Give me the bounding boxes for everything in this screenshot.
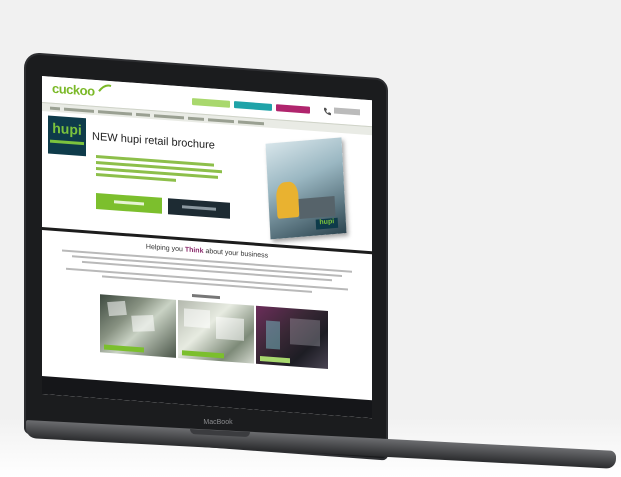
header-button-green[interactable] — [192, 98, 230, 108]
hero-primary-button-label — [114, 200, 144, 206]
thumbnail-card — [266, 320, 280, 350]
thumbnail-card — [184, 308, 210, 329]
nav-item[interactable] — [238, 120, 264, 126]
content-heading-suffix: about your business — [205, 248, 269, 260]
logo-swoosh-icon — [98, 84, 112, 92]
featured-thumbnail[interactable] — [100, 294, 176, 358]
brochure-logo: hupi — [315, 217, 339, 230]
thumbnail-card — [216, 316, 244, 341]
thumbnail-card — [131, 315, 155, 332]
header-button-magenta[interactable] — [276, 104, 310, 114]
content-heading-highlight: Think — [184, 246, 204, 255]
nav-item[interactable] — [188, 116, 204, 121]
thumbnail-caption — [182, 350, 224, 359]
thumbnail-card — [290, 318, 320, 347]
header-button-teal[interactable] — [234, 101, 272, 111]
laptop-screen: cuckoo hupi NEW hupi retail brochure hup… — [42, 76, 372, 419]
hupi-badge: hupi — [48, 115, 86, 157]
phone-icon — [324, 107, 331, 116]
nav-item[interactable] — [208, 118, 234, 124]
phone-number — [334, 107, 360, 116]
hero-secondary-button-label — [182, 205, 216, 211]
featured-thumbnail[interactable] — [256, 305, 328, 370]
nav-item[interactable] — [136, 112, 150, 117]
laptop-brand-label: MacBook — [203, 419, 233, 426]
site-logo[interactable]: cuckoo — [52, 81, 95, 99]
thumbnail-caption — [260, 356, 290, 364]
featured-products-label — [192, 294, 220, 300]
product-scene: MacBook cuckoo hupi NEW hupi retail broc… — [0, 0, 621, 477]
brochure-furniture — [298, 196, 336, 219]
hero-title: NEW hupi retail brochure — [92, 130, 215, 152]
hero-primary-button[interactable] — [96, 192, 162, 214]
brochure-image[interactable]: hupi — [265, 137, 347, 240]
nav-item[interactable] — [50, 106, 60, 111]
thumbnail-caption — [104, 344, 144, 353]
content-heading-prefix: Helping you — [145, 243, 183, 254]
featured-thumbnail[interactable] — [178, 299, 254, 364]
brochure-person — [275, 181, 300, 219]
hero-secondary-button[interactable] — [168, 198, 230, 219]
thumbnail-card — [107, 300, 127, 317]
